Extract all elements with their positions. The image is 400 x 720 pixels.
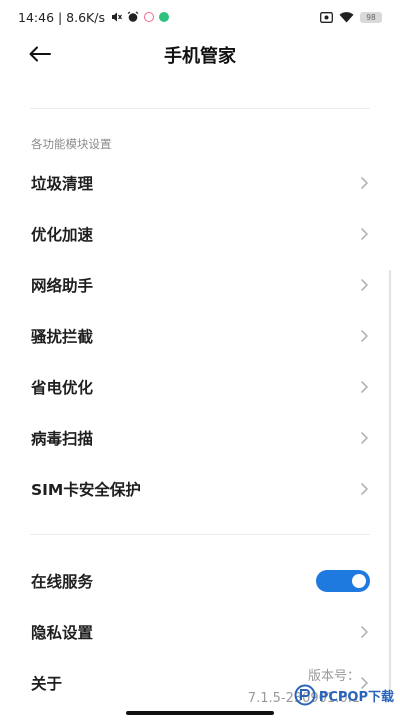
chevron-right-icon	[361, 625, 368, 638]
chevron-right-icon	[361, 176, 368, 189]
setting-label: 骚扰拦截	[31, 327, 94, 346]
alarm-icon	[127, 11, 139, 23]
home-indicator[interactable]	[126, 711, 274, 715]
setting-label: 垃圾清理	[31, 174, 94, 193]
setting-row-online-service: 在线服务	[0, 555, 400, 606]
mute-icon	[110, 11, 122, 23]
status-bar: 14:46 | 8.6K/s 98	[0, 0, 400, 34]
setting-label: 在线服务	[31, 572, 94, 591]
divider	[30, 108, 370, 109]
chevron-right-icon	[361, 278, 368, 291]
app-header: 手机管家	[0, 34, 400, 74]
screen-record-icon	[320, 11, 333, 23]
setting-label: 病毒扫描	[31, 429, 94, 448]
chevron-right-icon	[361, 380, 368, 393]
watermark-text: PCPOP下载	[318, 689, 394, 705]
setting-row-power-saving[interactable]: 省电优化	[0, 361, 400, 412]
divider	[30, 534, 370, 535]
chevron-right-icon	[361, 431, 368, 444]
wifi-icon	[339, 11, 354, 23]
setting-label: 关于	[31, 674, 63, 693]
setting-row-harassment-block[interactable]: 骚扰拦截	[0, 310, 400, 361]
chevron-right-icon	[361, 227, 368, 240]
chevron-right-icon	[361, 329, 368, 342]
setting-row-junk-cleanup[interactable]: 垃圾清理	[0, 157, 400, 208]
pcpop-logo-icon	[294, 684, 316, 706]
chevron-right-icon	[361, 482, 368, 495]
online-service-toggle[interactable]	[316, 569, 370, 592]
watermark: PCPOP下载	[294, 684, 394, 706]
setting-row-optimize-speed[interactable]: 优化加速	[0, 208, 400, 259]
scrollbar[interactable]	[389, 270, 391, 690]
setting-row-network-assistant[interactable]: 网络助手	[0, 259, 400, 310]
status-time-speed: 14:46 | 8.6K/s	[18, 9, 105, 25]
setting-row-sim-protection[interactable]: SIM卡安全保护	[0, 463, 400, 514]
page-title: 手机管家	[164, 46, 236, 67]
setting-label: 优化加速	[31, 225, 94, 244]
setting-label: 隐私设置	[31, 623, 94, 642]
wechat-notification-icon	[158, 12, 169, 22]
setting-label: SIM卡安全保护	[31, 480, 141, 499]
setting-label: 网络助手	[31, 276, 94, 295]
setting-label: 省电优化	[31, 378, 94, 397]
setting-row-privacy[interactable]: 隐私设置	[0, 606, 400, 657]
app-notification-icon	[143, 12, 154, 22]
section-label: 各功能模块设置	[31, 137, 112, 151]
battery-icon: 98	[360, 11, 382, 23]
setting-row-virus-scan[interactable]: 病毒扫描	[0, 412, 400, 463]
toggle-knob	[352, 573, 366, 588]
